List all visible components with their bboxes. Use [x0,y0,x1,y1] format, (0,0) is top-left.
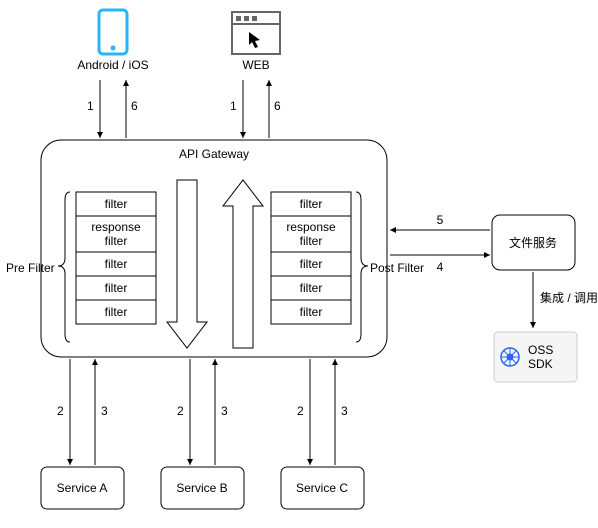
oss-line1: OSS [528,343,553,357]
post-filter-label: Post Filter [370,261,424,275]
edge-web-down: 1 [230,99,237,113]
edge-mobile-down: 1 [87,99,94,113]
filter-cell-label: filter [300,197,323,211]
filter-cell-label: response [91,220,141,234]
oss-line2: SDK [528,357,553,371]
filter-cell-label: filter [300,234,323,248]
edge-mobile-up: 6 [131,99,138,113]
filter-cell-label: filter [105,281,128,295]
web-label: WEB [242,58,269,72]
edge-svc-down: 2 [297,404,304,418]
integrate-label: 集成 / 调用 [540,290,598,305]
edge-web-up: 6 [274,99,281,113]
file-service-title: 文件服务 [509,235,557,250]
filter-cell-label: filter [105,234,128,248]
edge-svc-down: 2 [57,404,64,418]
cloud-icon [501,348,519,366]
edge-file-down: 4 [437,260,444,274]
filter-cell-label: filter [300,257,323,271]
edge-svc-down: 2 [177,404,184,418]
post-filter-stack: filterresponsefilterfilterfilterfilter [271,192,351,324]
pre-filter-label: Pre Filter [6,261,55,275]
filter-cell-label: filter [300,281,323,295]
edge-file-up: 5 [437,213,444,227]
mobile-icon [99,10,127,54]
service-b-label: Service B [176,481,227,495]
edge-svc-up: 3 [101,404,108,418]
filter-cell-label: filter [300,305,323,319]
pre-filter-stack: filterresponsefilterfilterfilterfilter [76,192,156,324]
edge-svc-up: 3 [221,404,228,418]
filter-cell-label: filter [105,305,128,319]
service-c-label: Service C [296,481,348,495]
api-gateway-title: API Gateway [179,147,249,161]
filter-cell-label: filter [105,257,128,271]
mobile-label: Android / iOS [77,58,148,72]
filter-cell-label: filter [105,197,128,211]
service-a-label: Service A [57,481,108,495]
web-icon [232,12,280,54]
edge-svc-up: 3 [341,404,348,418]
filter-cell-label: response [286,220,336,234]
